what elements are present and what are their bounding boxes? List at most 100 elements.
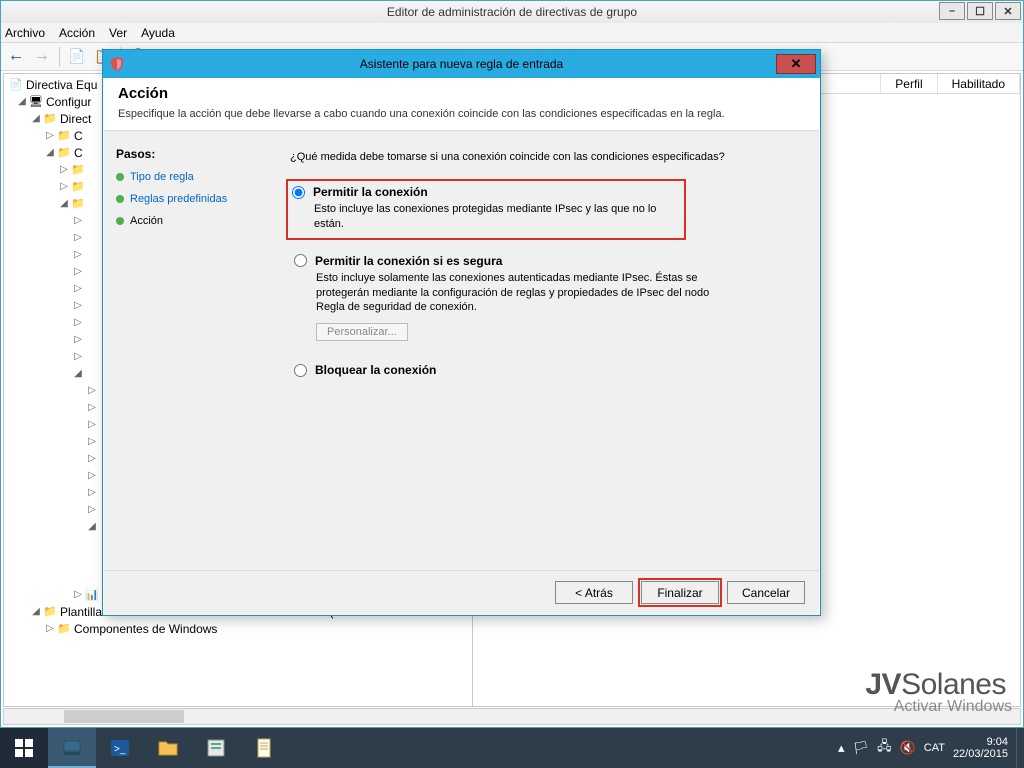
scrollbar-thumb[interactable] bbox=[64, 710, 184, 723]
tray-network-icon[interactable]: 🖧 bbox=[877, 737, 892, 759]
step-label: Tipo de regla bbox=[130, 171, 194, 183]
taskbar-powershell[interactable]: >_ bbox=[96, 728, 144, 768]
folder-icon bbox=[70, 163, 86, 177]
expander-icon[interactable]: ◢ bbox=[44, 147, 56, 158]
folder-icon bbox=[56, 146, 72, 160]
start-button[interactable] bbox=[0, 728, 48, 768]
tree-item[interactable]: C bbox=[74, 146, 83, 160]
tray-clock[interactable]: 9:04 22/03/2015 bbox=[953, 736, 1008, 760]
parent-title: Editor de administración de directivas d… bbox=[387, 5, 637, 19]
back-button[interactable]: < Atrás bbox=[555, 581, 633, 604]
parent-menubar: Archivo Acción Ver Ayuda bbox=[1, 23, 1023, 43]
radio-secure[interactable]: Permitir la conexión si es segura bbox=[294, 254, 801, 268]
menu-archivo[interactable]: Archivo bbox=[5, 26, 45, 40]
close-button[interactable]: ✕ bbox=[995, 2, 1021, 20]
menu-ver[interactable]: Ver bbox=[109, 26, 127, 40]
show-desktop-button[interactable] bbox=[1016, 728, 1024, 768]
radio-secure-input[interactable] bbox=[294, 254, 307, 267]
expander-icon[interactable]: ▷ bbox=[58, 181, 70, 192]
wizard-titlebar[interactable]: Asistente para nueva regla de entrada ✕ bbox=[103, 50, 820, 78]
tree-direct[interactable]: Direct bbox=[60, 112, 91, 126]
step-dot-icon bbox=[116, 173, 124, 181]
expander-icon[interactable]: ▷ bbox=[72, 300, 84, 311]
tray-arrow-icon[interactable]: ▴ bbox=[838, 740, 845, 756]
toolbar-separator bbox=[59, 47, 60, 67]
radio-block-input[interactable] bbox=[294, 364, 307, 377]
step-tipo-regla[interactable]: Tipo de regla bbox=[116, 171, 262, 183]
expander-icon[interactable]: ▷ bbox=[86, 504, 98, 515]
folder-icon bbox=[42, 112, 58, 126]
tree-config[interactable]: Configur bbox=[46, 95, 91, 109]
expander-icon[interactable]: ▷ bbox=[86, 453, 98, 464]
expander-icon[interactable]: ▷ bbox=[72, 266, 84, 277]
wizard-subheading: Especifique la acción que debe llevarse … bbox=[118, 108, 819, 120]
option-block: Bloquear la conexión bbox=[290, 363, 801, 377]
tree-root[interactable]: Directiva Equ bbox=[26, 78, 97, 92]
expander-icon[interactable]: ▷ bbox=[86, 385, 98, 396]
tree-componentes[interactable]: Componentes de Windows bbox=[74, 622, 217, 636]
wizard-main: ¿Qué medida debe tomarse si una conexión… bbox=[272, 137, 819, 570]
expander-icon[interactable]: ▷ bbox=[72, 317, 84, 328]
menu-ayuda[interactable]: Ayuda bbox=[141, 26, 175, 40]
expander-icon[interactable]: ▷ bbox=[58, 164, 70, 175]
menu-accion[interactable]: Acción bbox=[59, 26, 95, 40]
radio-secure-desc: Esto incluye solamente las conexiones au… bbox=[316, 271, 716, 316]
back-icon[interactable]: ⭠ bbox=[5, 46, 27, 68]
taskbar-server-manager[interactable] bbox=[48, 728, 96, 768]
wizard-heading: Acción bbox=[118, 85, 819, 102]
minimize-button[interactable]: – bbox=[939, 2, 965, 20]
taskbar-notepad[interactable] bbox=[240, 728, 288, 768]
tray-sound-icon[interactable]: 🔇 bbox=[900, 740, 916, 756]
expander-icon[interactable]: ▷ bbox=[72, 589, 84, 600]
folder-icon bbox=[56, 129, 72, 143]
expander-icon[interactable]: ◢ bbox=[58, 198, 70, 209]
radio-allow[interactable]: Permitir la conexión bbox=[292, 185, 676, 199]
steps-title: Pasos: bbox=[116, 147, 262, 161]
policy-icon: 📄 bbox=[8, 78, 24, 92]
wizard-steps-pane: Pasos: Tipo de regla Reglas predefinidas… bbox=[104, 137, 272, 570]
folder-icon bbox=[56, 622, 72, 636]
horizontal-scrollbar[interactable] bbox=[3, 708, 1021, 725]
expander-icon[interactable]: ▷ bbox=[86, 419, 98, 430]
cancel-button[interactable]: Cancelar bbox=[727, 581, 805, 604]
col-habilitado[interactable]: Habilitado bbox=[938, 74, 1020, 93]
expander-icon[interactable]: ◢ bbox=[30, 113, 42, 124]
powershell-icon: >_ bbox=[109, 737, 131, 759]
wizard-prompt: ¿Qué medida debe tomarse si una conexión… bbox=[290, 151, 801, 163]
expander-icon[interactable]: ◢ bbox=[30, 606, 42, 617]
wizard-close-button[interactable]: ✕ bbox=[776, 54, 816, 74]
expander-icon[interactable]: ▷ bbox=[72, 283, 84, 294]
show-pane-icon[interactable]: 📄 bbox=[66, 46, 88, 68]
radio-block[interactable]: Bloquear la conexión bbox=[294, 363, 801, 377]
expander-icon[interactable]: ▷ bbox=[72, 351, 84, 362]
maximize-button[interactable]: ☐ bbox=[967, 2, 993, 20]
finish-button[interactable]: Finalizar bbox=[641, 581, 719, 604]
expander-icon[interactable]: ◢ bbox=[16, 96, 28, 107]
step-accion[interactable]: Acción bbox=[116, 215, 262, 227]
expander-icon[interactable]: ▷ bbox=[86, 487, 98, 498]
expander-icon[interactable]: ▷ bbox=[86, 402, 98, 413]
server-icon bbox=[61, 737, 83, 759]
step-reglas-predefinidas[interactable]: Reglas predefinidas bbox=[116, 193, 262, 205]
windows-icon bbox=[14, 738, 34, 758]
expander-icon[interactable]: ▷ bbox=[86, 470, 98, 481]
col-perfil[interactable]: Perfil bbox=[881, 74, 937, 93]
taskbar-gpmc[interactable] bbox=[192, 728, 240, 768]
expander-icon[interactable]: ▷ bbox=[72, 249, 84, 260]
tree-item[interactable]: C bbox=[74, 129, 83, 143]
expander-icon[interactable]: ▷ bbox=[72, 215, 84, 226]
expander-icon[interactable]: ▷ bbox=[72, 334, 84, 345]
expander-icon[interactable]: ◢ bbox=[86, 521, 98, 532]
wizard-header: Acción Especifique la acción que debe ll… bbox=[104, 79, 819, 131]
firewall-wizard: Asistente para nueva regla de entrada ✕ … bbox=[102, 49, 821, 616]
expander-icon[interactable]: ▷ bbox=[44, 130, 56, 141]
tray-language[interactable]: CAT bbox=[924, 742, 945, 754]
expander-icon[interactable]: ▷ bbox=[86, 436, 98, 447]
expander-icon[interactable]: ▷ bbox=[44, 623, 56, 634]
radio-allow-input[interactable] bbox=[292, 186, 305, 199]
expander-icon[interactable]: ◢ bbox=[72, 368, 84, 379]
tray-flag-icon[interactable]: 🏳 bbox=[853, 740, 870, 756]
expander-icon[interactable]: ▷ bbox=[72, 232, 84, 243]
taskbar-explorer[interactable] bbox=[144, 728, 192, 768]
system-tray: ▴ 🏳 🖧 🔇 CAT 9:04 22/03/2015 bbox=[830, 728, 1016, 768]
